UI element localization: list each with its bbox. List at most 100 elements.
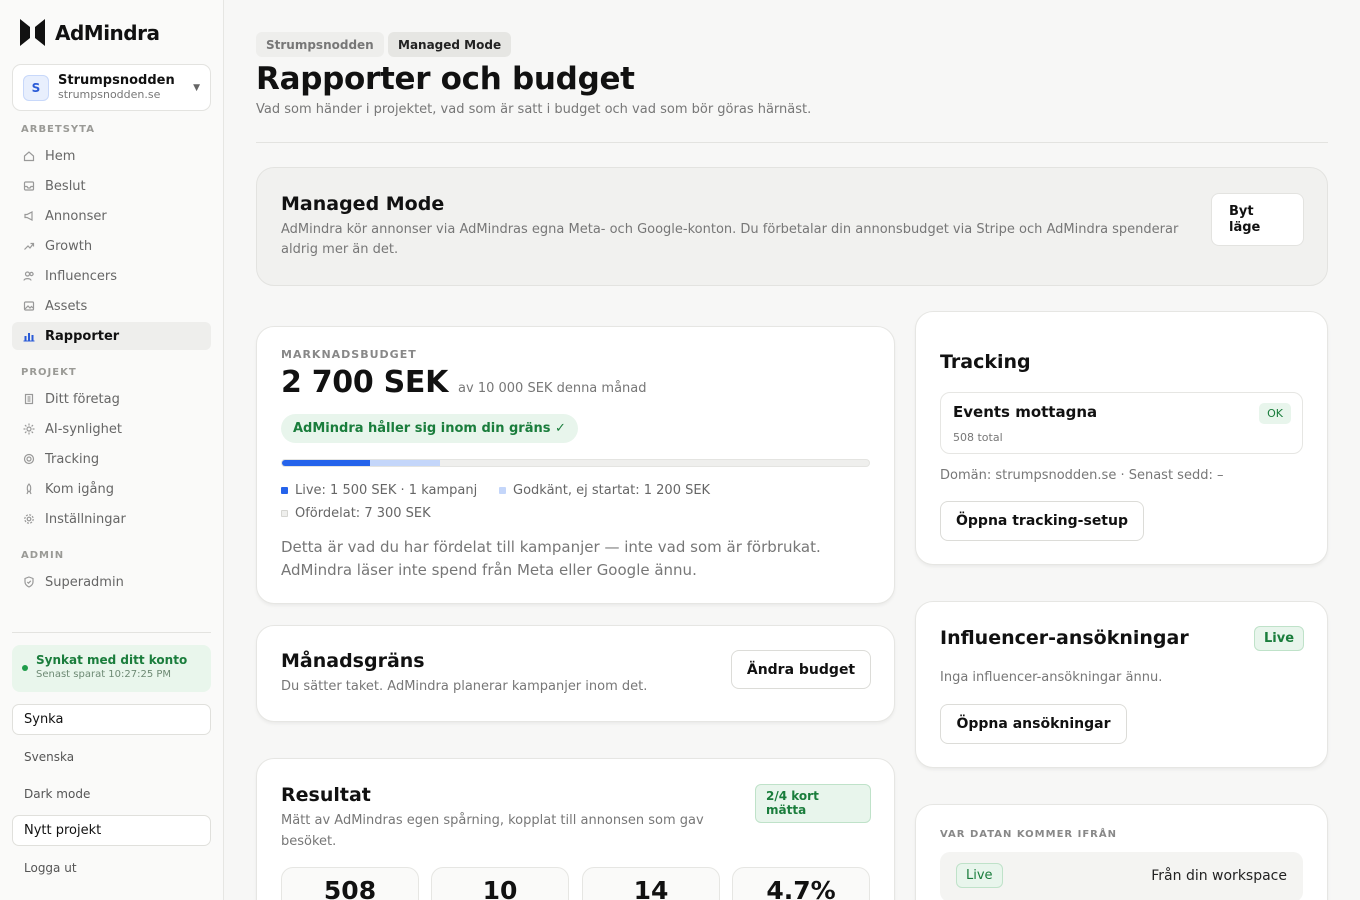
home-icon [23, 150, 35, 162]
sidebar-item-label: Growth [45, 238, 93, 254]
main-content: Strumpsnodden Managed Mode Rapporter och… [256, 0, 1328, 900]
switch-mode-label-2: läge [1229, 220, 1261, 235]
sync-status-subtitle: Senast sparat 10:27:25 PM [36, 669, 172, 680]
stat-card: 10 [431, 867, 569, 900]
budget-note: Detta är vad du har fördelat till kampan… [281, 538, 821, 579]
sidebar-item-beslut[interactable]: Beslut [12, 172, 211, 200]
sync-status-title: Synkat med ditt konto [36, 653, 188, 667]
sidebar-item-annonser[interactable]: Annonser [12, 202, 211, 230]
breadcrumb-mode[interactable]: Managed Mode [388, 32, 512, 57]
legend-approved-label: Godkänt, ej startat: 1 200 SEK [513, 483, 711, 498]
events-title: Events mottagna [953, 403, 1098, 421]
sidebar-item-assets[interactable]: Assets [12, 292, 211, 320]
sidebar-item-ditt-foretag[interactable]: Ditt företag [12, 385, 211, 413]
stat-card: 508 [281, 867, 419, 900]
tracking-card: Tracking Events mottagna 508 total OK Do… [915, 311, 1328, 565]
header-divider [256, 142, 1328, 143]
data-source-label: Från din workspace [1151, 868, 1287, 884]
budget-progress-bar [281, 459, 870, 467]
data-source-eyebrow: VAR DATAN KOMMER IFRÅN [940, 829, 1117, 840]
workspace-avatar: S [23, 74, 49, 101]
measured-badge-line-1: 2/4 kort [766, 789, 819, 803]
legend-swatch-approved [499, 487, 506, 494]
stat-card: 14 [582, 867, 720, 900]
admindra-logo-icon [20, 19, 45, 46]
budget-of-total: av 10 000 SEK denna månad [458, 381, 647, 396]
influencer-applications-card: Influencer-ansökningar Live Inga influen… [915, 601, 1328, 768]
brand-logo[interactable]: AdMindra [20, 19, 160, 46]
progress-live-segment [282, 460, 371, 466]
sidebar-item-kom-igang[interactable]: Kom igång [12, 475, 211, 503]
sidebar-item-growth[interactable]: Growth [12, 232, 211, 260]
sidebar-item-label: Beslut [45, 178, 86, 194]
sidebar-item-label: AI-synlighet [45, 421, 122, 437]
sidebar-item-label: Influencers [45, 268, 118, 284]
nav-section-admin: ADMIN [21, 550, 65, 561]
live-badge: Live [956, 863, 1003, 888]
data-source-row: Live Från din workspace [940, 852, 1303, 900]
sidebar-item-label: Superadmin [45, 574, 124, 590]
managed-mode-banner: Managed Mode AdMindra kör annonser via A… [256, 167, 1328, 286]
shield-icon [23, 576, 35, 588]
live-badge: Live [1254, 626, 1305, 651]
data-source-card: VAR DATAN KOMMER IFRÅN Live Från din wor… [915, 804, 1328, 900]
switch-mode-button[interactable]: Byt läge [1211, 193, 1304, 246]
measured-badge-line-2: mätta [766, 803, 807, 817]
workspace-switcher[interactable]: S Strumpsnodden strumpsnodden.se ▼ [12, 64, 211, 111]
sidebar-item-hem[interactable]: Hem [12, 142, 211, 170]
building-icon [23, 393, 35, 405]
legend-live: Live: 1 500 SEK · 1 kampanj [281, 483, 477, 498]
legend-unallocated: Ofördelat: 7 300 SEK [281, 506, 431, 521]
events-total: 508 total [953, 431, 1003, 444]
budget-limit-status: AdMindra håller sig inom din gräns ✓ [281, 414, 578, 443]
gear-icon [23, 513, 35, 525]
sidebar-item-label: Annonser [45, 208, 107, 224]
sync-button[interactable]: Synka [12, 704, 211, 735]
logout-link[interactable]: Logga ut [24, 861, 77, 875]
sidebar-item-rapporter[interactable]: Rapporter [12, 322, 211, 350]
change-budget-button[interactable]: Ändra budget [731, 650, 871, 689]
open-tracking-setup-button[interactable]: Öppna tracking-setup [940, 501, 1144, 541]
monthly-limit-title: Månadsgräns [281, 650, 425, 672]
new-project-button[interactable]: Nytt projekt [12, 815, 211, 846]
tracking-title: Tracking [940, 351, 1031, 373]
page-subtitle: Vad som händer i projektet, vad som är s… [256, 102, 812, 117]
legend-live-label: Live: 1 500 SEK · 1 kampanj [295, 483, 478, 498]
workspace-name: Strumpsnodden [58, 73, 175, 89]
trend-icon [23, 240, 35, 252]
sidebar-divider [12, 632, 211, 633]
page-title: Rapporter och budget [256, 61, 635, 97]
sidebar-item-label: Tracking [45, 451, 100, 467]
marketing-budget-card: MARKNADSBUDGET 2 700 SEK av 10 000 SEK d… [256, 326, 895, 604]
sidebar-item-label: Hem [45, 148, 76, 164]
sync-status: Synkat med ditt konto Senast sparat 10:2… [12, 645, 211, 692]
bar-chart-icon [23, 330, 35, 342]
managed-mode-description: AdMindra kör annonser via AdMindras egna… [281, 222, 1179, 257]
sidebar-item-label: Assets [45, 298, 88, 314]
legend-approved: Godkänt, ej startat: 1 200 SEK [499, 483, 710, 498]
monthly-limit-description: Du sätter taket. AdMindra planerar kampa… [281, 679, 648, 694]
results-title: Resultat [281, 784, 371, 806]
sidebar-item-label: Ditt företag [45, 391, 120, 407]
breadcrumb-workspace[interactable]: Strumpsnodden [256, 32, 384, 57]
sidebar-item-superadmin[interactable]: Superadmin [12, 568, 211, 596]
sidebar-item-ai-synlighet[interactable]: AI-synlighet [12, 415, 211, 443]
tracking-domain-line: Domän: strumpsnodden.se · Senast sedd: – [940, 468, 1224, 483]
influencer-empty-text: Inga influencer-ansökningar ännu. [940, 670, 1163, 685]
monthly-limit-card: Månadsgräns Du sätter taket. AdMindra pl… [256, 625, 895, 722]
nav-section-workspace: ARBETSYTA [21, 124, 95, 135]
sidebar-item-tracking[interactable]: Tracking [12, 445, 211, 473]
sparkle-icon [23, 423, 35, 435]
dark-mode-toggle[interactable]: Dark mode [24, 787, 90, 801]
target-icon [23, 453, 35, 465]
language-toggle[interactable]: Svenska [24, 750, 74, 764]
sidebar-item-influencers[interactable]: Influencers [12, 262, 211, 290]
sidebar-item-label: Inställningar [45, 511, 126, 527]
open-applications-button[interactable]: Öppna ansökningar [940, 704, 1127, 744]
legend-unallocated-label: Ofördelat: 7 300 SEK [295, 506, 431, 521]
sidebar-item-label: Kom igång [45, 481, 114, 497]
legend-swatch-live [281, 487, 288, 494]
rocket-icon [23, 483, 35, 495]
sidebar-item-installningar[interactable]: Inställningar [12, 505, 211, 533]
legend-swatch-unallocated [281, 510, 288, 517]
